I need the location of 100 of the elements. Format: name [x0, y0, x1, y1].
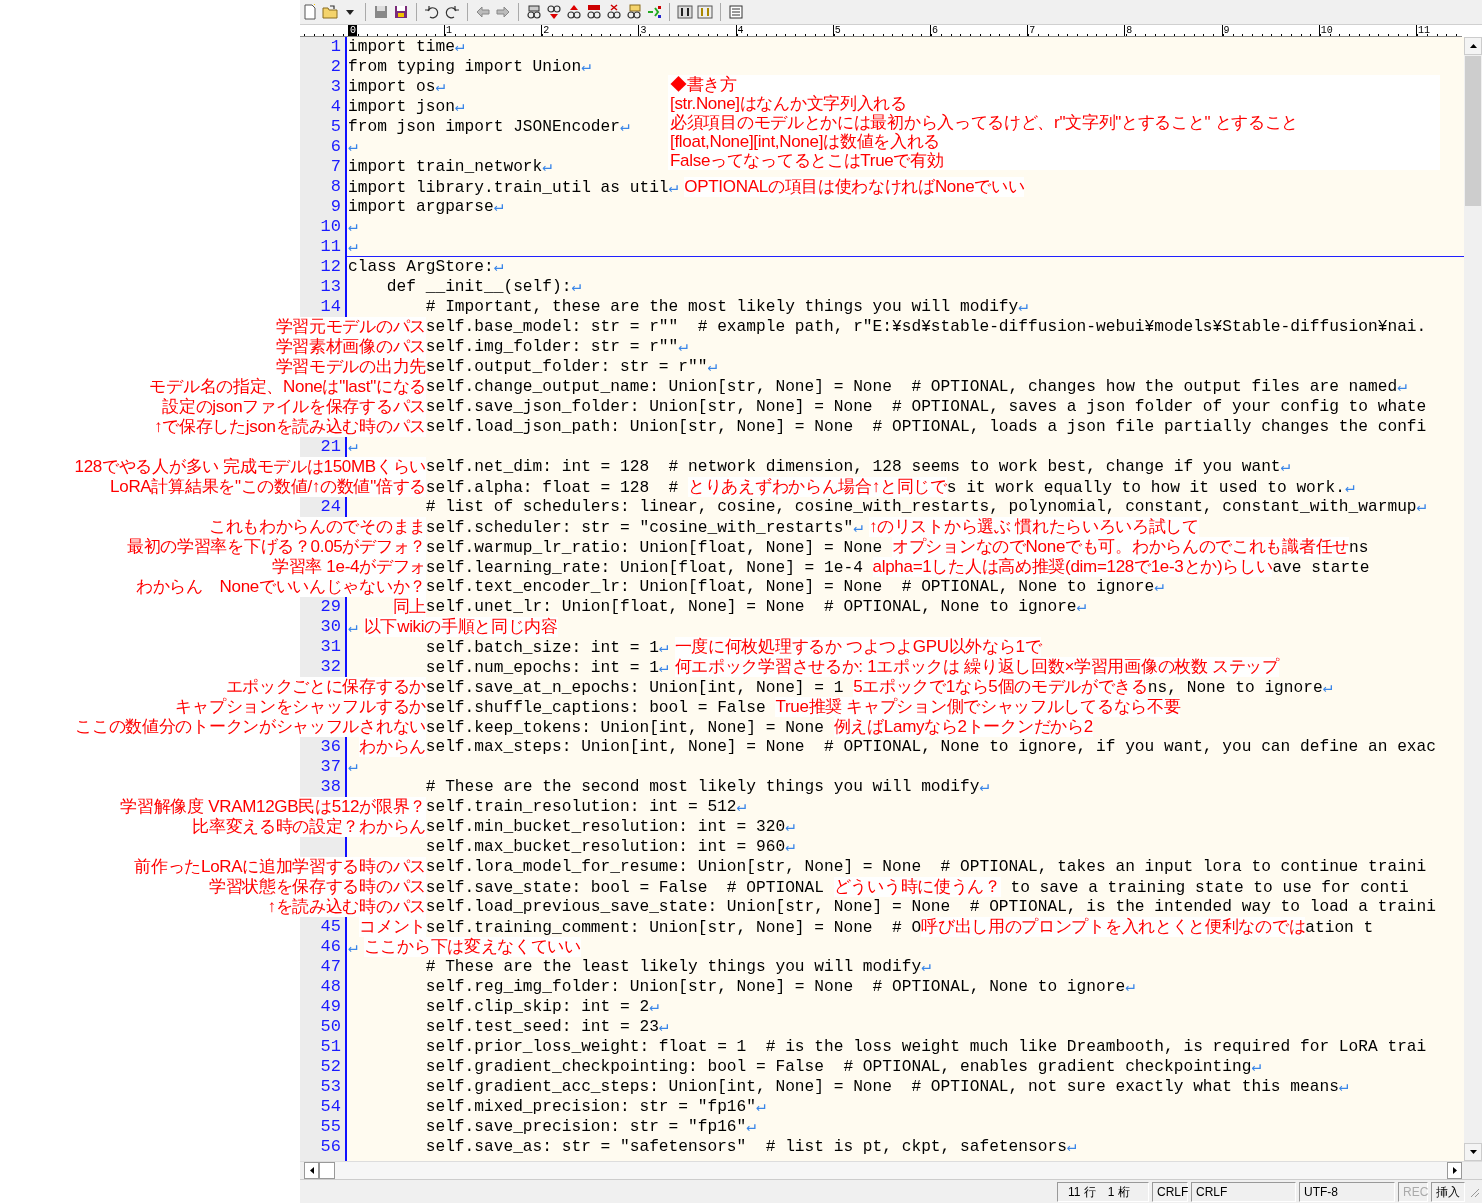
line-number: 37: [320, 757, 341, 777]
code-text: self.unet_lr: Union[float, None] = None # OPTIONAL, None to ignore: [425, 597, 1077, 617]
horizontal-scrollbar[interactable]: [335, 1162, 1447, 1179]
code-text: self.scheduler: str = "cosine_with_restarts": [425, 518, 854, 538]
scroll-thumb[interactable]: [1465, 56, 1481, 206]
annotation-text: 何エポック学習させるか: 1エポックは 繰り返し回数×学習用画像の枚数 ステップ: [674, 657, 1279, 677]
binoculars-icon[interactable]: [526, 4, 542, 20]
scroll-down-button[interactable]: [1464, 1143, 1482, 1161]
line-number: 5: [330, 117, 341, 137]
code-text: self.save_at_n_epochs: Union[int, None] = 1: [425, 678, 845, 698]
code-text: self.base_model: str = r"" # example path, r"E:¥sd¥stable-diffusion-webui¥models¥Stable-diffusion¥nai.: [425, 317, 1427, 337]
line-end-mark: ↵: [1076, 597, 1087, 617]
line-number: 1: [330, 37, 341, 57]
ruler-number: 8: [1124, 25, 1222, 36]
left-arrow-icon[interactable]: [475, 4, 491, 20]
line-number: 4: [330, 97, 341, 117]
annotation-text: 128でやる人が多い 完成モデルは150MBくらい: [74, 457, 426, 477]
annotation-text: とりあえずわからん場合↑と同じで: [688, 477, 947, 497]
binoculars-icon[interactable]: [606, 4, 622, 20]
code-text: s it work equally to how it used to work.: [946, 478, 1345, 498]
annotation-text: [str.None]はなんか文字列入れる: [670, 94, 908, 113]
status-field: CRLF: [1152, 1181, 1188, 1202]
code-text: self.min_bucket_resolution: int = 320: [425, 817, 786, 837]
new-file-icon[interactable]: [302, 4, 318, 20]
code-text: self.max_steps: Union[int, None] = None # OPTIONAL, None to ignore, if you want, you can define an exac: [425, 737, 1436, 757]
undo-icon[interactable]: [424, 4, 440, 20]
line-end-mark: ↵: [746, 1117, 757, 1137]
line-end-mark: ↵: [921, 957, 931, 977]
annotation-text: True推奨 キャプション側でシャッフルしてるなら不要: [775, 697, 1181, 717]
status-field: 挿入: [1431, 1181, 1465, 1202]
code-text: def __init__(self):: [386, 277, 572, 297]
line-number: 46: [320, 937, 341, 957]
line-end-mark: ↵: [979, 777, 990, 797]
status-field: 11 行 1 桁: [1057, 1181, 1149, 1202]
binoculars-icon[interactable]: [546, 4, 562, 20]
annotation-text: ↑のリストから選ぶ 慣れたらいろいろ試して: [868, 517, 1199, 537]
annotation-text: ここの数値分のトークンがシャッフルされない: [75, 717, 426, 737]
line-end-mark: ↵: [454, 97, 465, 117]
diagram-icon[interactable]: [646, 4, 662, 20]
line-end-mark: ↵: [1397, 377, 1407, 397]
line-number: 29: [320, 597, 341, 617]
annotation-text: ↑を読み込む時のパス: [267, 897, 426, 917]
line-end-mark: ↵: [571, 277, 582, 297]
code-text: ave starte: [1272, 558, 1370, 578]
code-text: import argparse: [348, 197, 494, 217]
line-number: 11: [320, 237, 341, 257]
line-number: 31: [320, 637, 341, 657]
line-end-mark: ↵: [493, 197, 504, 217]
code-text: self.output_folder: str = r"": [425, 357, 708, 377]
annotation-text: 比率変える時の設定？わからん: [192, 817, 426, 837]
scroll-up-button[interactable]: [1464, 37, 1482, 55]
annotation-text: 同上: [392, 597, 426, 617]
line-end-mark: ↵: [668, 178, 679, 198]
annotation-text: エポックごとに保存するか: [225, 677, 426, 697]
ruler-number: 9: [1221, 25, 1319, 36]
annotation-text: 最初の学習率を下げる？0.05がデフォ？: [126, 537, 426, 557]
line-end-mark: ↵: [620, 117, 630, 137]
code-text: ation t: [1305, 918, 1374, 938]
ruler-number: 3: [638, 25, 736, 36]
line-end-mark: ↵: [658, 638, 669, 658]
annotation-text: OPTIONALの項目は使わなければNoneでいい: [684, 177, 1025, 197]
annotation-text: alpha=1した人は高め推奨(dim=128で1e-3とか)らしい: [872, 557, 1273, 577]
annotation-text: オプションなのでNoneでも可。わからんのでこれも識者任せ: [892, 537, 1349, 557]
line-end-mark: ↵: [707, 357, 718, 377]
line-number: 55: [320, 1117, 341, 1137]
annotation-text: わからん Noneでいいんじゃないか？: [136, 577, 426, 597]
annotation-text: 学習率 1e-4がデフォ: [271, 557, 426, 577]
code-text: self.reg_img_folder: Union[str, None] = None # OPTIONAL, None to ignore: [425, 977, 1126, 997]
code-text: self.learning_rate: Union[float, None] = 1e-4: [425, 558, 864, 578]
line-end-mark: ↵: [454, 37, 465, 57]
scroll-thumb[interactable]: [319, 1162, 335, 1179]
line-end-mark: ↵: [1416, 497, 1427, 517]
line-number: 24: [320, 497, 341, 517]
line-number: 6: [330, 137, 341, 157]
ruler-number: 6: [929, 25, 1028, 36]
status-field: REC: [1398, 1181, 1428, 1202]
code-text: ns, None to ignore: [1147, 678, 1323, 698]
code-text: self.load_json_path: Union[str, None] = None # OPTIONAL, loads a json file partially changes the confi: [425, 417, 1427, 437]
list-icon[interactable]: [728, 4, 744, 20]
right-arrow-icon[interactable]: [495, 4, 511, 20]
line-number: 45: [320, 917, 341, 937]
code-text: self.load_previous_save_state: Union[str, None] = None # OPTIONAL, is the intended way to load a traini: [425, 897, 1436, 917]
binoculars-icon[interactable]: [586, 4, 602, 20]
vertical-scrollbar[interactable]: [1464, 37, 1482, 1161]
scroll-right-button[interactable]: [1447, 1162, 1462, 1179]
code-text: class ArgStore:: [348, 257, 494, 277]
scroll-left-button[interactable]: [304, 1162, 319, 1179]
line-end-mark: ↵: [1154, 577, 1165, 597]
line-number: 12: [320, 257, 341, 277]
binoculars-icon[interactable]: [626, 4, 642, 20]
annotation-text: ◆書き方: [670, 75, 738, 94]
line-number: 21: [320, 437, 341, 457]
line-number: 51: [320, 1037, 341, 1057]
line-end-mark: ↵: [1345, 478, 1355, 498]
line-end-mark: ↵: [435, 77, 446, 97]
line-end-mark: ↵: [1125, 977, 1135, 997]
binoculars-icon[interactable]: [566, 4, 582, 20]
redo-icon[interactable]: [444, 4, 460, 20]
code-text: self.training_comment: Union[str, None] = None # O: [425, 919, 922, 937]
code-text: self.img_folder: str = r"": [425, 337, 679, 357]
